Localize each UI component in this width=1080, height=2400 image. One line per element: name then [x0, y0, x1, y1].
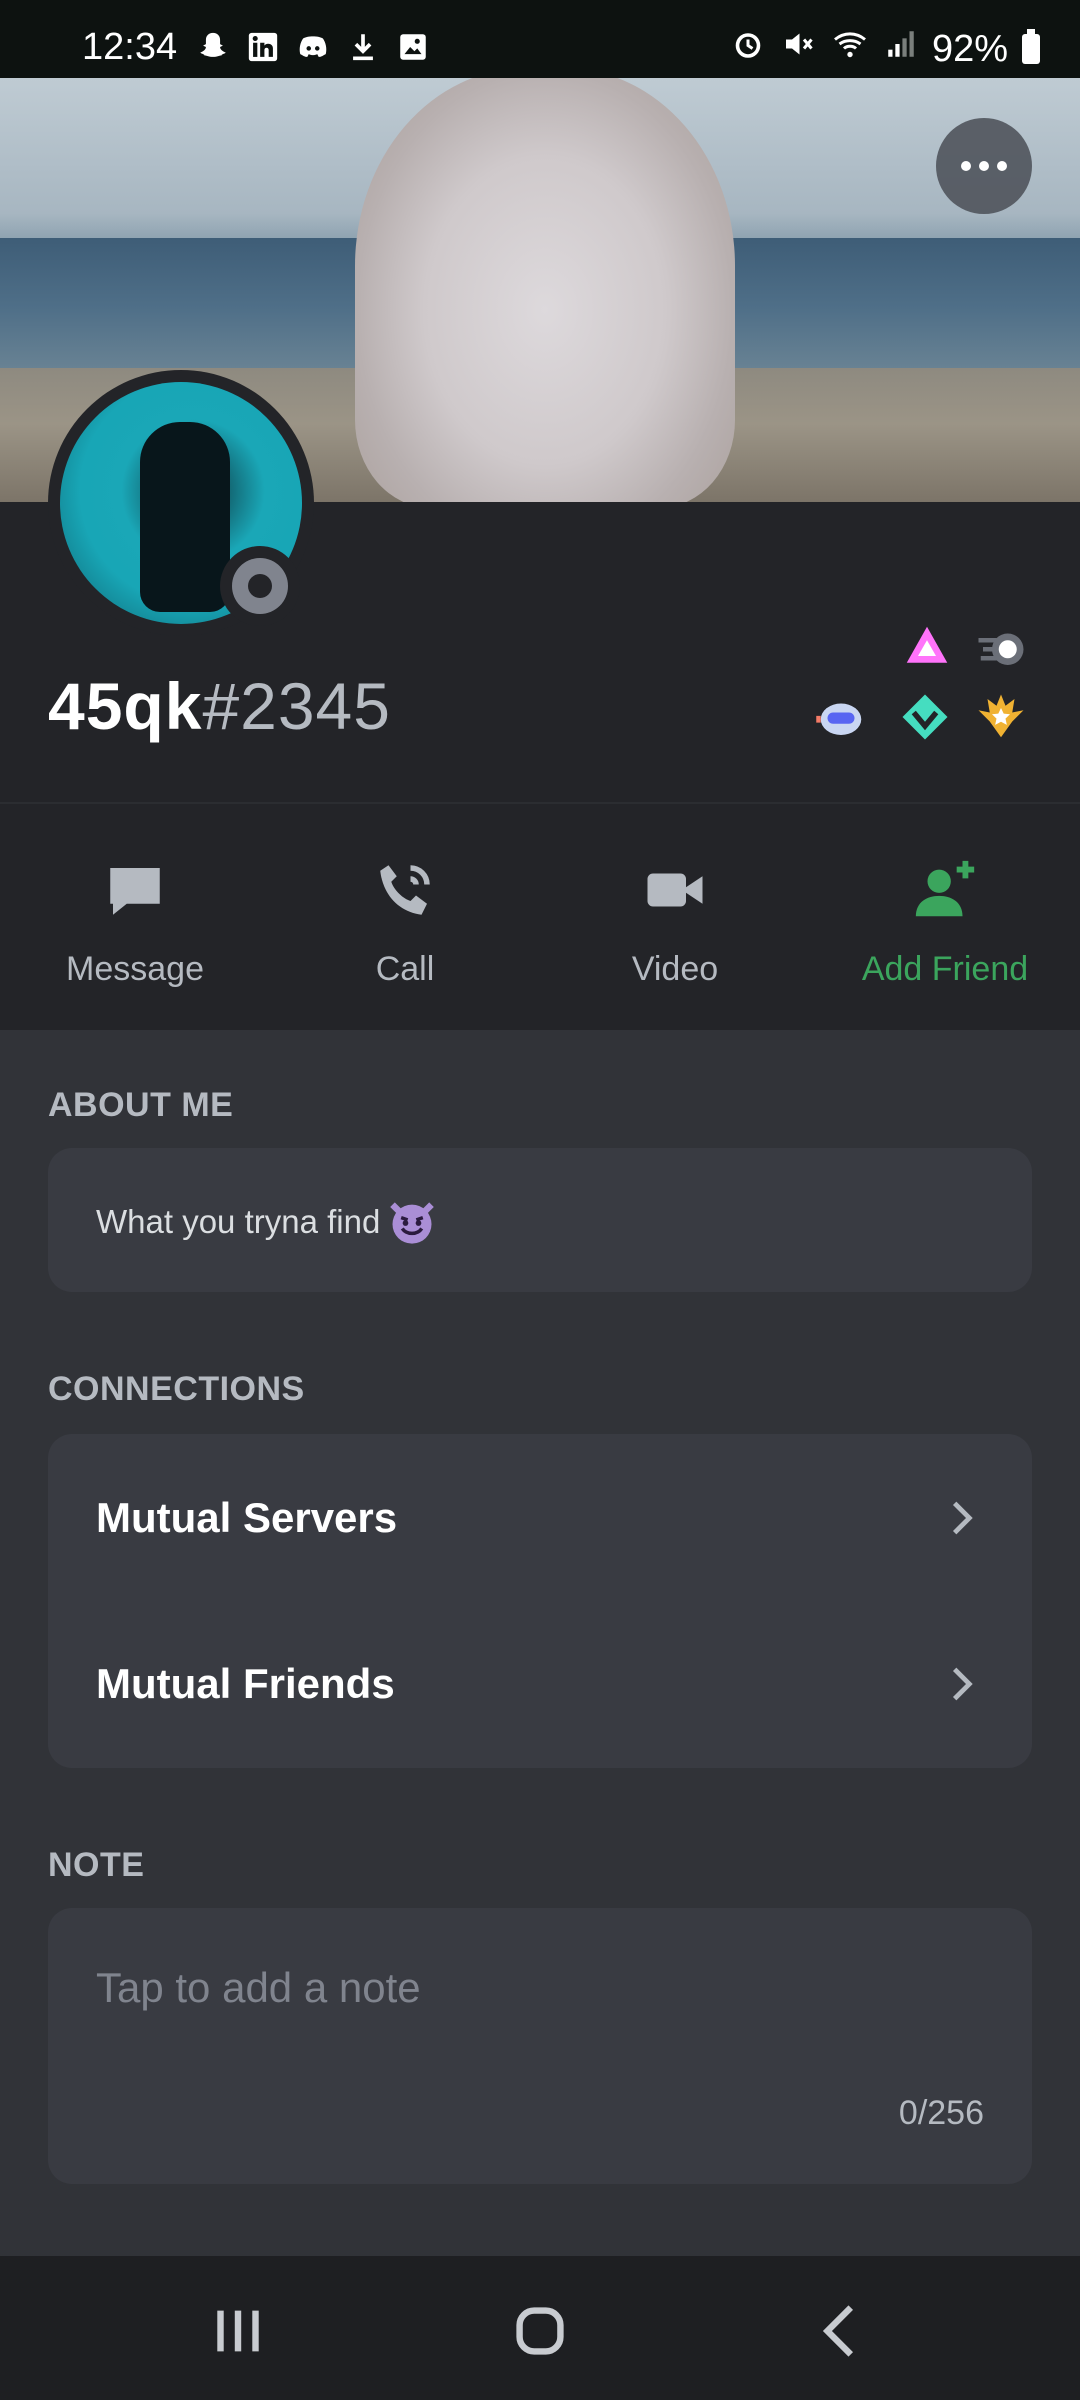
hypesquad-badge[interactable]: [814, 690, 868, 744]
username-discriminator: #2345: [202, 669, 391, 743]
battery-level: 92%: [931, 27, 1008, 70]
active-developer-badge[interactable]: [974, 690, 1028, 744]
note-character-counter: 0/256: [898, 2094, 984, 2132]
note-input[interactable]: Tap to add a note 0/256: [48, 1908, 1032, 2184]
notification-icons: [196, 30, 430, 64]
action-row: Message Call Video Add Friend: [0, 804, 1080, 1030]
connections-card: Mutual Servers Mutual Friends: [48, 1434, 1032, 1768]
snapchat-icon: [196, 30, 230, 64]
message-button[interactable]: Message: [0, 804, 270, 1030]
connections-title: CONNECTIONS: [48, 1370, 305, 1408]
status-right: 92%: [730, 26, 1040, 72]
video-button[interactable]: Video: [540, 804, 810, 1030]
nitro-boost-badge[interactable]: [900, 620, 954, 674]
signal-icon: [884, 27, 918, 71]
chevron-right-icon: [952, 1501, 973, 1535]
battery-icon: [1022, 29, 1040, 64]
mutual-friends-label: Mutual Friends: [96, 1660, 395, 1707]
smiling-imp-emoji-icon: [390, 1202, 435, 1244]
nitro-badge[interactable]: [974, 620, 1028, 674]
more-dot-icon: [961, 161, 971, 171]
message-label: Message: [66, 950, 204, 988]
about-me-text: What you tryna find: [96, 1203, 381, 1240]
hypesquad-balance-badge[interactable]: [898, 690, 952, 744]
call-icon: [369, 854, 441, 926]
linkedin-icon: [246, 30, 280, 64]
note-title: NOTE: [48, 1846, 145, 1884]
wifi-icon: [830, 26, 870, 72]
about-me-text-row: What you tryna find: [96, 1196, 438, 1248]
offline-status-icon: [232, 558, 288, 614]
banner-figure: [355, 78, 735, 502]
about-me-title: ABOUT ME: [48, 1086, 234, 1124]
alarm-icon: [730, 26, 766, 72]
avatar-silhouette: [140, 422, 230, 612]
username: 45qk#2345: [48, 668, 391, 744]
status-bar: 12:34 92%: [0, 0, 1080, 78]
about-me-card: What you tryna find: [48, 1148, 1032, 1292]
status-time: 12:34: [82, 26, 178, 68]
download-icon: [346, 30, 380, 64]
video-icon: [639, 854, 711, 926]
call-button[interactable]: Call: [270, 804, 540, 1030]
message-icon: [99, 854, 171, 926]
username-name: 45qk: [48, 669, 203, 743]
add-friend-label: Add Friend: [861, 950, 1029, 988]
home-icon[interactable]: [500, 2296, 580, 2366]
more-options-button[interactable]: [936, 118, 1032, 214]
mutual-servers-label: Mutual Servers: [96, 1494, 398, 1541]
badge-list: [810, 618, 1040, 758]
system-nav-bar: [0, 2256, 1080, 2400]
recent-apps-icon[interactable]: [198, 2296, 278, 2366]
note-placeholder: Tap to add a note: [96, 1964, 421, 2011]
discord-icon: [296, 30, 330, 64]
add-friend-button[interactable]: Add Friend: [810, 804, 1080, 1030]
mutual-servers-row[interactable]: Mutual Servers: [48, 1434, 1032, 1602]
add-friend-icon: [909, 854, 981, 926]
mutual-friends-row[interactable]: Mutual Friends: [48, 1600, 1032, 1768]
more-dot-icon: [997, 161, 1007, 171]
video-label: Video: [631, 950, 719, 988]
back-icon[interactable]: [802, 2296, 882, 2366]
image-icon: [396, 30, 430, 64]
chevron-right-icon: [952, 1667, 973, 1701]
call-label: Call: [375, 950, 435, 988]
more-dot-icon: [979, 161, 989, 171]
mute-icon: [780, 26, 816, 72]
